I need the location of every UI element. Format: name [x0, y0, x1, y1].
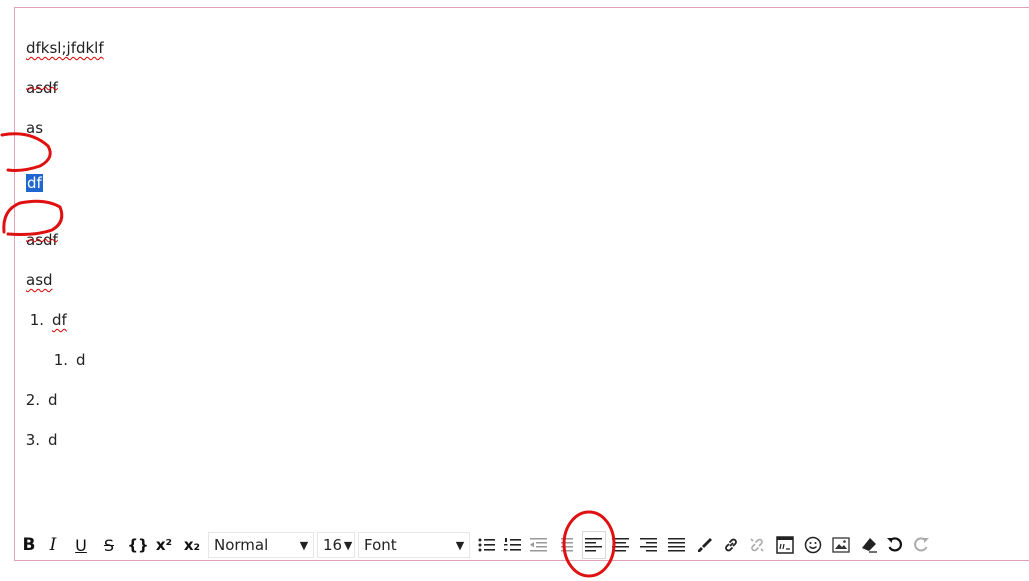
font-size-value: 16 — [323, 536, 343, 554]
embed-icon — [776, 536, 794, 554]
chevron-down-icon: ▼ — [455, 538, 465, 552]
paragraph-3-text: as — [26, 119, 44, 137]
list-item-1-text: df — [52, 311, 67, 329]
list-item-1-number: 1. — [29, 311, 44, 329]
selected-text: df — [26, 174, 43, 192]
paragraph-3[interactable]: as — [26, 118, 43, 138]
list-item-2-text: d — [48, 391, 58, 409]
code-button[interactable]: {} — [126, 531, 150, 559]
chevron-down-icon: ▼ — [299, 538, 309, 552]
align-justify-button[interactable] — [666, 531, 688, 559]
subscript-button[interactable]: x₂ — [180, 531, 204, 559]
bulleted-list-button[interactable] — [476, 531, 498, 559]
outdent-button[interactable] — [528, 531, 550, 559]
list-item-nested-1[interactable]: 1. d — [50, 350, 86, 370]
undo-button[interactable] — [884, 531, 906, 559]
paragraph-1[interactable]: dfksl;jfdklf — [26, 38, 104, 58]
text-color-button[interactable] — [694, 531, 716, 559]
align-left-icon — [585, 538, 602, 552]
link-icon — [725, 538, 737, 552]
indent-icon — [561, 538, 573, 552]
align-center-icon — [612, 538, 629, 552]
list-item-2[interactable]: 2. d — [22, 390, 58, 410]
strikethrough-button[interactable]: S — [98, 531, 120, 559]
editor-frame[interactable] — [14, 7, 1029, 561]
indent-button[interactable] — [560, 531, 574, 559]
clear-formatting-button[interactable] — [858, 531, 880, 559]
smiley-icon — [804, 536, 822, 554]
image-icon — [832, 537, 850, 553]
insert-image-button[interactable] — [830, 531, 852, 559]
undo-icon — [887, 537, 902, 552]
paragraph-6[interactable]: asd — [26, 270, 53, 290]
bulleted-list-icon — [478, 538, 495, 552]
align-left-button[interactable] — [582, 531, 606, 559]
numbered-list-icon — [504, 538, 521, 551]
redo-button[interactable] — [910, 531, 932, 559]
list-item-3-text: d — [48, 431, 58, 449]
chevron-down-icon: ▼ — [343, 538, 353, 552]
brush-icon — [698, 538, 712, 552]
paragraph-5-text: asdf — [26, 231, 58, 249]
align-right-button[interactable] — [638, 531, 660, 559]
insert-link-button[interactable] — [720, 531, 742, 559]
paragraph-5[interactable]: asdf — [26, 230, 58, 250]
paragraph-2[interactable]: asdf — [26, 78, 58, 98]
emoji-button[interactable] — [802, 531, 824, 559]
unlink-button[interactable] — [746, 531, 768, 559]
list-item-nested-1-text: d — [76, 351, 86, 369]
list-item-3[interactable]: 3. d — [22, 430, 58, 450]
paragraph-4-selected[interactable]: df — [26, 173, 43, 193]
align-justify-icon — [668, 538, 685, 552]
font-size-select[interactable]: 16 ▼ — [317, 532, 355, 558]
list-item-1[interactable]: 1. df — [26, 310, 67, 330]
underline-button[interactable]: U — [70, 531, 92, 559]
embed-button[interactable] — [774, 531, 796, 559]
list-item-3-number: 3. — [25, 431, 40, 449]
paragraph-2-text: asdf — [26, 79, 58, 97]
outdent-icon — [530, 538, 547, 552]
superscript-button[interactable]: x² — [152, 531, 176, 559]
block-format-select[interactable]: Normal ▼ — [208, 532, 314, 558]
bold-button[interactable]: B — [18, 531, 40, 559]
block-format-value: Normal — [214, 536, 269, 554]
paragraph-1-text: dfksl;jfdklf — [26, 39, 104, 57]
list-item-nested-1-number: 1. — [53, 351, 68, 369]
paragraph-6-text: asd — [26, 271, 53, 289]
eraser-icon — [862, 538, 877, 553]
numbered-list-button[interactable] — [502, 531, 524, 559]
list-item-2-number: 2. — [25, 391, 40, 409]
redo-icon — [914, 537, 929, 552]
italic-button[interactable]: I — [42, 531, 64, 559]
unlink-icon — [750, 538, 764, 552]
align-right-icon — [640, 538, 657, 552]
editor-toolbar: B I U S {} x² x₂ Normal ▼ 16 ▼ Font ▼ — [18, 531, 1029, 559]
font-family-value: Font — [364, 536, 397, 554]
align-center-button[interactable] — [610, 531, 632, 559]
font-family-select[interactable]: Font ▼ — [358, 532, 470, 558]
